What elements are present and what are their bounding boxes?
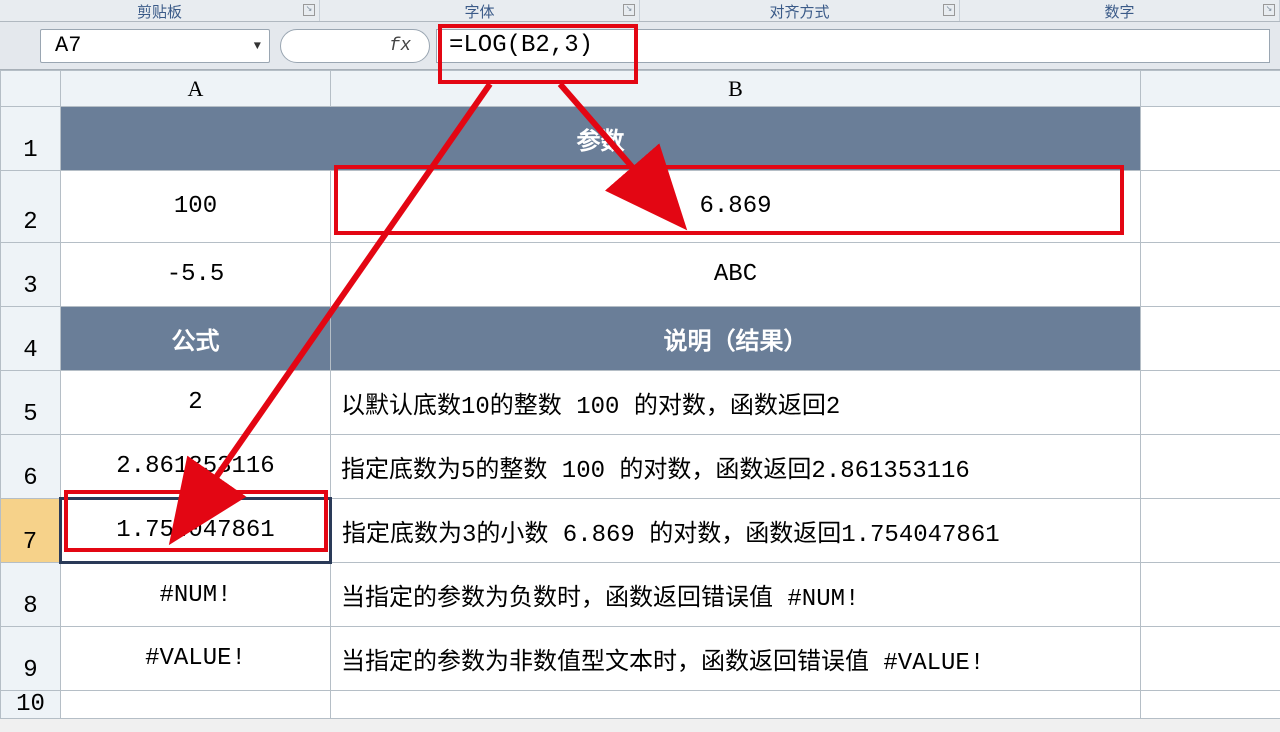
cell-B6[interactable]: 指定底数为5的整数 100 的对数，函数返回2.861353116	[331, 435, 1141, 499]
row-7: 7 1.754047861 指定底数为3的小数 6.869 的对数，函数返回1.…	[1, 499, 1280, 563]
cell-C2[interactable]	[1141, 171, 1280, 243]
ribbon-groups: 剪贴板 ↘ 字体 ↘ 对齐方式 ↘ 数字 ↘	[0, 0, 1280, 22]
ribbon-group-font[interactable]: 字体 ↘	[320, 0, 640, 21]
cell-C1[interactable]	[1141, 107, 1280, 171]
cell-C9[interactable]	[1141, 627, 1280, 691]
cell-A6[interactable]: 2.861353116	[61, 435, 331, 499]
ribbon-group-number[interactable]: 数字 ↘	[960, 0, 1280, 21]
row-4: 4 公式 说明（结果）	[1, 307, 1280, 371]
formula-bar[interactable]: =LOG(B2,3)	[436, 29, 1270, 63]
chevron-down-icon[interactable]: ▼	[254, 39, 261, 53]
cell-A5[interactable]: 2	[61, 371, 331, 435]
cell-B2[interactable]: 6.869	[331, 171, 1141, 243]
cell-A7[interactable]: 1.754047861	[61, 499, 331, 563]
row-9: 9 #VALUE! 当指定的参数为非数值型文本时，函数返回错误值 #VALUE!	[1, 627, 1280, 691]
ribbon-group-clipboard[interactable]: 剪贴板 ↘	[0, 0, 320, 21]
ribbon-label: 对齐方式	[769, 5, 829, 22]
cell-B9[interactable]: 当指定的参数为非数值型文本时，函数返回错误值 #VALUE!	[331, 627, 1141, 691]
cell-A8[interactable]: #NUM!	[61, 563, 331, 627]
cell-C4[interactable]	[1141, 307, 1280, 371]
formula-bar-row: A7 ▼ fx =LOG(B2,3)	[0, 22, 1280, 70]
col-header-B[interactable]: B	[331, 71, 1141, 107]
cell-A10[interactable]	[61, 691, 331, 719]
row-header-1[interactable]: 1	[1, 107, 61, 171]
fx-label: fx	[389, 36, 411, 56]
cell-C7[interactable]	[1141, 499, 1280, 563]
cell-B10[interactable]	[331, 691, 1141, 719]
cell-B7[interactable]: 指定底数为3的小数 6.869 的对数，函数返回1.754047861	[331, 499, 1141, 563]
cell-B4[interactable]: 说明（结果）	[331, 307, 1141, 371]
cell-C8[interactable]	[1141, 563, 1280, 627]
row-header-7[interactable]: 7	[1, 499, 61, 563]
ribbon-group-alignment[interactable]: 对齐方式 ↘	[640, 0, 960, 21]
row-1: 1 参数	[1, 107, 1280, 171]
row-header-2[interactable]: 2	[1, 171, 61, 243]
row-header-6[interactable]: 6	[1, 435, 61, 499]
row-2: 2 100 6.869	[1, 171, 1280, 243]
col-header-blank[interactable]	[1141, 71, 1280, 107]
cell-C6[interactable]	[1141, 435, 1280, 499]
dialog-launcher-icon[interactable]: ↘	[303, 4, 315, 16]
row-header-10[interactable]: 10	[1, 691, 61, 719]
row-10: 10	[1, 691, 1280, 719]
cell-B3[interactable]: ABC	[331, 243, 1141, 307]
cell-A1B1-merged[interactable]: 参数	[61, 107, 1141, 171]
cell-C3[interactable]	[1141, 243, 1280, 307]
select-all-corner[interactable]	[1, 71, 61, 107]
ribbon-label: 剪贴板	[137, 5, 182, 22]
row-header-4[interactable]: 4	[1, 307, 61, 371]
row-3: 3 -5.5 ABC	[1, 243, 1280, 307]
cell-A3[interactable]: -5.5	[61, 243, 331, 307]
row-5: 5 2 以默认底数10的整数 100 的对数，函数返回2	[1, 371, 1280, 435]
cell-A9[interactable]: #VALUE!	[61, 627, 331, 691]
cell-B5[interactable]: 以默认底数10的整数 100 的对数，函数返回2	[331, 371, 1141, 435]
row-header-9[interactable]: 9	[1, 627, 61, 691]
spreadsheet-grid[interactable]: A B 1 参数 2 100 6.869 3 -5.5 ABC 4 公式 说明（…	[0, 70, 1280, 719]
cell-B8[interactable]: 当指定的参数为负数时，函数返回错误值 #NUM!	[331, 563, 1141, 627]
cell-C5[interactable]	[1141, 371, 1280, 435]
ribbon-label: 字体	[464, 5, 494, 22]
cell-A4[interactable]: 公式	[61, 307, 331, 371]
row-8: 8 #NUM! 当指定的参数为负数时，函数返回错误值 #NUM!	[1, 563, 1280, 627]
insert-function-button[interactable]: fx	[280, 29, 430, 63]
dialog-launcher-icon[interactable]: ↘	[1263, 4, 1275, 16]
name-box[interactable]: A7 ▼	[40, 29, 270, 63]
formula-text: =LOG(B2,3)	[449, 32, 593, 59]
column-headers: A B	[1, 71, 1280, 107]
cell-A2[interactable]: 100	[61, 171, 331, 243]
dialog-launcher-icon[interactable]: ↘	[943, 4, 955, 16]
row-header-5[interactable]: 5	[1, 371, 61, 435]
ribbon-label: 数字	[1104, 5, 1134, 22]
cell-C10[interactable]	[1141, 691, 1280, 719]
col-header-A[interactable]: A	[61, 71, 331, 107]
row-header-8[interactable]: 8	[1, 563, 61, 627]
dialog-launcher-icon[interactable]: ↘	[623, 4, 635, 16]
row-6: 6 2.861353116 指定底数为5的整数 100 的对数，函数返回2.86…	[1, 435, 1280, 499]
row-header-3[interactable]: 3	[1, 243, 61, 307]
name-box-value: A7	[55, 33, 81, 58]
